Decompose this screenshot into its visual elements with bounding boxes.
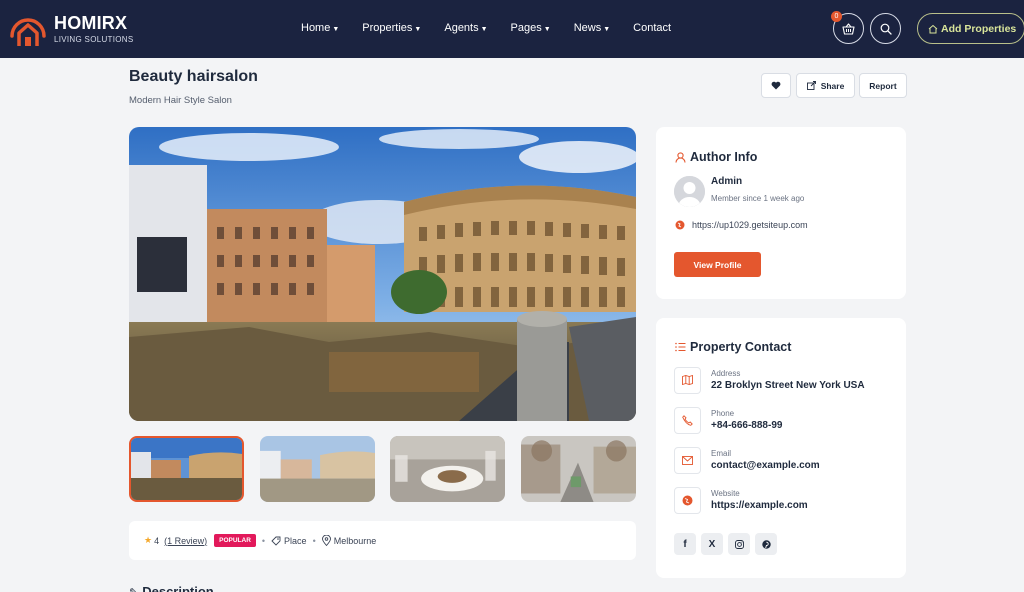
site-header: HOMIRX LIVING SOLUTIONS Home ▼ Properties… xyxy=(0,0,1024,58)
share-icon xyxy=(806,81,816,90)
nav-item-agents[interactable]: Agents ▼ xyxy=(444,22,487,34)
list-icon xyxy=(675,342,686,352)
author-info-heading: Author Info xyxy=(675,150,757,164)
globe-icon xyxy=(675,220,685,230)
email-label: Email xyxy=(711,448,732,458)
add-properties-button[interactable]: Add Properties xyxy=(917,13,1024,44)
category-link[interactable]: Place xyxy=(284,536,307,546)
chevron-down-icon: ▼ xyxy=(414,25,422,33)
phone-icon xyxy=(674,406,701,434)
brand-tagline: LIVING SOLUTIONS xyxy=(54,35,134,44)
facebook-icon[interactable]: f xyxy=(674,533,696,555)
colosseum-photo-icon xyxy=(131,438,242,500)
location-pin-icon xyxy=(321,535,331,546)
nav-item-properties[interactable]: Properties ▼ xyxy=(362,22,421,34)
contact-row-phone: Phone +84-666-888-99 xyxy=(674,406,782,434)
property-contact-heading: Property Contact xyxy=(675,340,791,354)
map-icon xyxy=(674,366,701,394)
rating-value: 4 xyxy=(154,535,160,546)
share-button[interactable]: Share xyxy=(796,73,855,98)
cart-count-badge: 0 xyxy=(831,11,842,22)
chevron-down-icon: ▼ xyxy=(603,25,611,33)
hero-image[interactable] xyxy=(129,127,636,421)
favorite-button[interactable] xyxy=(761,73,791,98)
gallery-thumbnail-1[interactable] xyxy=(129,436,244,502)
address-label: Address xyxy=(711,368,741,378)
author-info-card: Author Info Admin Member since 1 week ag… xyxy=(656,127,906,299)
chevron-down-icon: ▼ xyxy=(332,25,340,33)
search-button[interactable] xyxy=(870,13,901,44)
colosseum-photo-faded-icon xyxy=(260,436,375,502)
gallery-thumbnail-4[interactable] xyxy=(521,436,636,502)
basket-icon xyxy=(842,22,855,35)
brand-name: HOMIRX xyxy=(54,13,128,33)
website-value[interactable]: https://example.com xyxy=(711,499,808,513)
contact-row-email: Email contact@example.com xyxy=(674,446,820,474)
website-label: Website xyxy=(711,488,740,498)
cart-button[interactable]: 0 xyxy=(831,11,864,44)
contact-row-website: Website https://example.com xyxy=(674,486,808,514)
member-since: Member since 1 week ago xyxy=(711,194,805,203)
logo[interactable]: HOMIRX LIVING SOLUTIONS xyxy=(8,10,133,48)
home-icon xyxy=(928,24,938,33)
listing-meta-bar: ★ 4 (1 Review) POPULAR • Place • Melbour… xyxy=(129,521,636,560)
property-contact-card: Property Contact Address 22 Broklyn Stre… xyxy=(656,318,906,578)
tag-icon xyxy=(271,536,281,546)
email-value[interactable]: contact@example.com xyxy=(711,459,820,473)
colosseum-photo-icon xyxy=(129,127,636,421)
default-avatar-icon xyxy=(674,176,705,207)
report-button[interactable]: Report xyxy=(859,73,907,98)
street-photo-icon xyxy=(521,436,636,502)
user-icon xyxy=(675,151,686,163)
globe-icon xyxy=(674,486,701,514)
address-value: 22 Broklyn Street New York USA xyxy=(711,379,865,391)
author-name[interactable]: Admin xyxy=(711,176,742,187)
nav-item-news[interactable]: News ▼ xyxy=(574,22,610,34)
contact-row-address: Address 22 Broklyn Street New York USA xyxy=(674,366,865,394)
chevron-down-icon: ▼ xyxy=(480,25,488,33)
description-heading: ✎Description xyxy=(129,584,214,592)
house-logo-icon xyxy=(10,18,46,46)
nav-item-contact[interactable]: Contact xyxy=(633,22,671,34)
page-title: Beauty hairsalon xyxy=(129,68,258,85)
chevron-down-icon: ▼ xyxy=(543,25,551,33)
instagram-icon[interactable] xyxy=(728,533,750,555)
author-website[interactable]: https://up1029.getsiteup.com xyxy=(675,220,808,230)
social-links: f X xyxy=(674,533,777,555)
heart-icon xyxy=(771,81,781,90)
mail-icon xyxy=(674,446,701,474)
nav-item-pages[interactable]: Pages ▼ xyxy=(511,22,551,34)
phone-value[interactable]: +84-666-888-99 xyxy=(711,419,782,433)
nav-item-home[interactable]: Home ▼ xyxy=(301,22,339,34)
star-icon: ★ xyxy=(144,535,153,545)
pencil-icon: ✎ xyxy=(129,587,138,592)
pinterest-icon[interactable] xyxy=(755,533,777,555)
search-icon xyxy=(880,23,892,35)
x-twitter-icon[interactable]: X xyxy=(701,533,723,555)
popular-badge: POPULAR xyxy=(214,534,256,547)
review-link[interactable]: (1 Review) xyxy=(164,536,207,546)
restaurant-dish-photo-icon xyxy=(390,436,505,502)
location-text: Melbourne xyxy=(333,535,377,546)
view-profile-button[interactable]: View Profile xyxy=(674,252,761,277)
gallery-thumbnail-2[interactable] xyxy=(260,436,375,502)
avatar[interactable] xyxy=(674,176,705,207)
gallery-thumbnail-3[interactable] xyxy=(390,436,505,502)
page-subtitle: Modern Hair Style Salon xyxy=(129,95,232,106)
main-nav: Home ▼ Properties ▼ Agents ▼ Pages ▼ News ▼ C… xyxy=(301,22,694,34)
phone-label: Phone xyxy=(711,408,735,418)
